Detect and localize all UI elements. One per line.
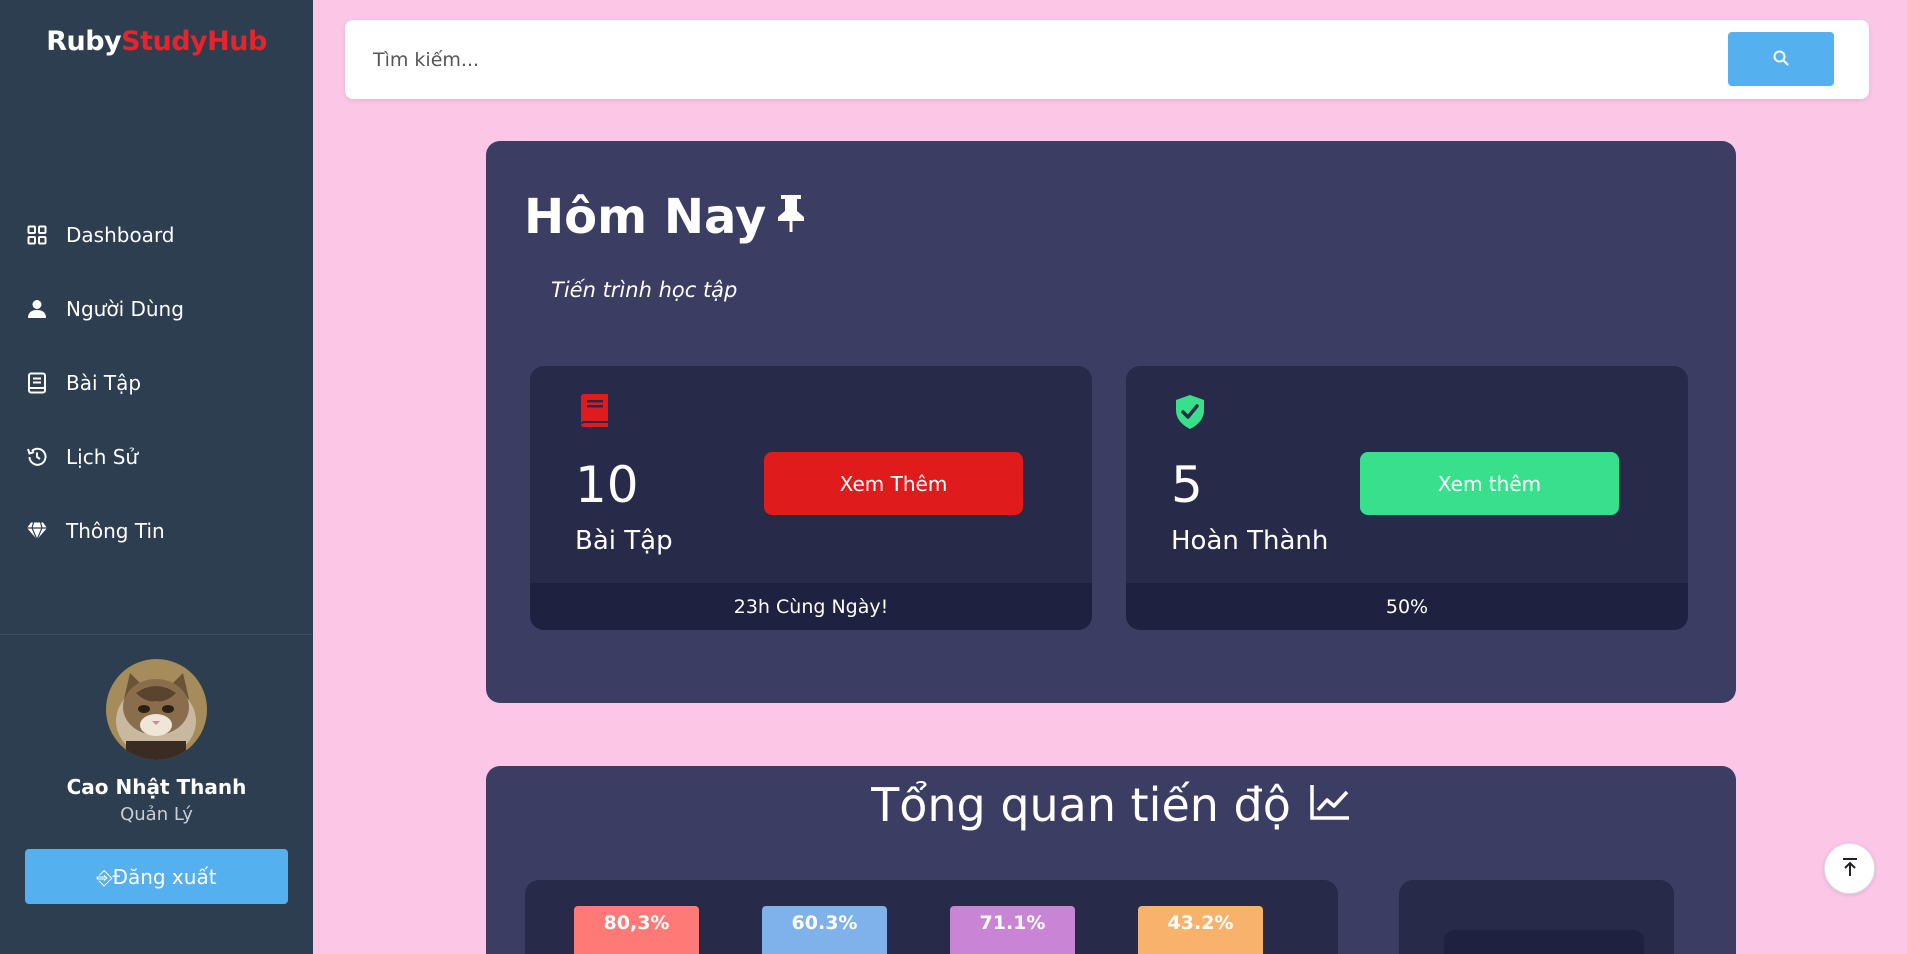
user-icon xyxy=(26,298,48,320)
history-icon xyxy=(26,446,48,468)
search-icon xyxy=(1773,50,1789,69)
progress-chart: 80,3% 60.3% 71.1% 43.2% xyxy=(525,880,1338,954)
today-title: Hôm Nay xyxy=(524,189,806,245)
overview-panel: Tổng quan tiến độ 80,3% 60.3% 71.1% 43.2… xyxy=(486,766,1736,954)
exercises-count: 10 xyxy=(575,456,639,514)
arrow-up-icon xyxy=(1841,857,1859,881)
progress-bar-1: 80,3% xyxy=(574,906,699,954)
sidebar-nav: Dashboard Người Dùng Bài Tập Lịch Sử Thô… xyxy=(0,198,313,568)
overview-side-card xyxy=(1399,880,1674,954)
search-input[interactable] xyxy=(373,40,1723,80)
sidebar-item-label: Người Dùng xyxy=(66,297,184,321)
stat-card-completed: 5 Hoàn Thành Xem thêm 50% xyxy=(1126,366,1688,630)
user-name: Cao Nhật Thanh xyxy=(66,775,247,799)
exercises-deadline: 23h Cùng Ngày! xyxy=(530,583,1092,630)
overview-side-inner xyxy=(1444,930,1644,954)
sidebar-item-label: Thông Tin xyxy=(66,519,165,543)
view-more-completed-button[interactable]: Xem thêm xyxy=(1360,452,1619,515)
overview-title: Tổng quan tiến độ xyxy=(486,778,1736,832)
completed-count: 5 xyxy=(1171,456,1203,514)
today-panel: Hôm Nay Tiến trình học tập 10 Bài Tập Xe… xyxy=(486,141,1736,703)
progress-bar-2: 60.3% xyxy=(762,906,887,954)
logo-text-ruby: Ruby xyxy=(46,26,122,57)
user-role: Quản Lý xyxy=(120,804,193,825)
sidebar-item-history[interactable]: Lịch Sử xyxy=(0,420,313,494)
logo-text-studyhub: StudyHub xyxy=(121,26,267,57)
sidebar-item-info[interactable]: Thông Tin xyxy=(0,494,313,568)
today-title-text: Hôm Nay xyxy=(524,189,767,245)
overview-title-text: Tổng quan tiến độ xyxy=(871,778,1291,832)
app-logo[interactable]: RubyStudyHub xyxy=(0,26,313,57)
logout-button[interactable]: ⎆Đăng xuất xyxy=(25,849,288,904)
avatar[interactable] xyxy=(106,659,207,760)
line-chart-icon xyxy=(1309,778,1351,832)
progress-bar-4: 43.2% xyxy=(1138,906,1263,954)
sidebar-item-dashboard[interactable]: Dashboard xyxy=(0,198,313,272)
completed-label: Hoàn Thành xyxy=(1171,526,1329,556)
sidebar: RubyStudyHub Dashboard Người Dùng Bài Tậ… xyxy=(0,0,313,954)
diamond-icon xyxy=(26,520,48,542)
sidebar-item-label: Lịch Sử xyxy=(66,445,139,469)
sidebar-item-exercises[interactable]: Bài Tập xyxy=(0,346,313,420)
search-bar xyxy=(345,20,1869,99)
today-subtitle: Tiến trình học tập xyxy=(551,278,738,302)
back-to-top-button[interactable] xyxy=(1824,843,1875,894)
sidebar-item-label: Dashboard xyxy=(66,223,175,247)
stat-card-exercises: 10 Bài Tập Xem Thêm 23h Cùng Ngày! xyxy=(530,366,1092,630)
sidebar-divider xyxy=(0,634,313,635)
completed-percentage: 50% xyxy=(1126,583,1688,630)
grid-icon xyxy=(26,224,48,246)
exercises-label: Bài Tập xyxy=(575,526,673,556)
book-icon xyxy=(26,372,48,394)
sidebar-item-users[interactable]: Người Dùng xyxy=(0,272,313,346)
book-icon xyxy=(578,394,610,432)
progress-bar-3: 71.1% xyxy=(950,906,1075,954)
pin-icon xyxy=(776,189,806,245)
view-more-exercises-button[interactable]: Xem Thêm xyxy=(764,452,1023,515)
search-button[interactable] xyxy=(1728,32,1834,86)
shield-check-icon xyxy=(1174,394,1206,434)
sidebar-item-label: Bài Tập xyxy=(66,371,142,395)
